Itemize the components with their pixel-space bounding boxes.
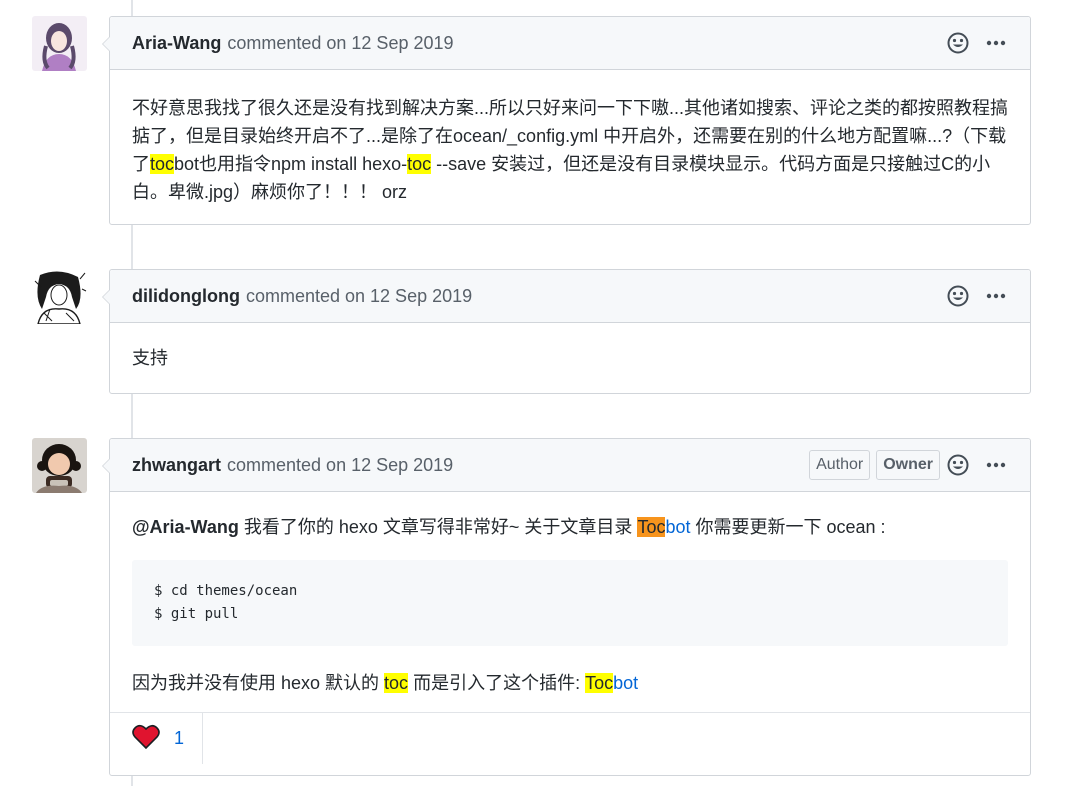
tocbot-link[interactable]: bot [665,517,690,537]
comment-text: 支持 [132,348,168,368]
comment-dilidonglong: dilidonglong commented on 12 Sep 2019 支持 [32,269,1031,394]
comment-body: @Aria-Wang 我看了你的 hexo 文章写得非常好~ 关于文章目录 To… [110,492,1030,712]
comment-text: 而是引入了这个插件: [408,673,586,693]
highlighted-text: toc [384,673,409,693]
tocbot-link-highlight[interactable]: Toc [637,517,666,537]
comment-aria-wang: Aria-Wang commented on 12 Sep 2019 不好意思我… [32,16,1031,225]
tocbot-link-highlight[interactable]: Toc [585,673,614,693]
reaction-count: 1 [174,728,185,748]
code-block: $ cd themes/ocean $ git pull [132,560,1008,646]
comment-box: zhwangart commented on 12 Sep 2019 Autho… [102,438,1031,776]
owner-badge: Owner [876,450,940,480]
comment-zhwangart: zhwangart commented on 12 Sep 2019 Autho… [32,438,1031,776]
highlighted-text: toc [407,154,432,174]
comment-box: dilidonglong commented on 12 Sep 2019 支持 [102,269,1031,394]
user-mention[interactable]: @Aria-Wang [132,517,239,537]
tocbot-link[interactable]: bot [613,673,638,693]
comment-paragraph: @Aria-Wang 我看了你的 hexo 文章写得非常好~ 关于文章目录 To… [132,512,1008,542]
comment-meta[interactable]: commented on 12 Sep 2019 [227,455,453,476]
more-options-icon[interactable] [984,31,1008,55]
avatar[interactable] [32,16,87,71]
add-reaction-icon[interactable] [946,284,970,308]
avatar[interactable] [32,269,87,324]
comment-author[interactable]: dilidonglong [132,286,240,307]
comment-meta[interactable]: commented on 12 Sep 2019 [246,286,472,307]
comment-text: bot也用指令npm install hexo- [174,154,408,174]
comment-body: 不好意思我找了很久还是没有找到解决方案...所以只好来问一下下嗷...其他诸如搜… [110,70,1030,226]
add-reaction-icon[interactable] [946,31,970,55]
comment-text: 我看了你的 hexo 文章写得非常好~ 关于文章目录 [238,517,638,537]
comment-body: 支持 [110,323,1030,393]
author-badge: Author [809,450,871,480]
add-reaction-icon[interactable] [946,453,970,477]
comment-text: 因为我并没有使用 hexo 默认的 [132,673,385,693]
comment-box: Aria-Wang commented on 12 Sep 2019 不好意思我… [102,16,1031,226]
comment-header: dilidonglong commented on 12 Sep 2019 [110,270,1030,323]
more-options-icon[interactable] [984,453,1008,477]
code-line: $ git pull [154,606,239,622]
heart-reaction[interactable]: 1 [110,713,204,764]
reactions-bar: 1 [110,712,1030,764]
avatar[interactable] [32,438,87,493]
comment-header: zhwangart commented on 12 Sep 2019 Autho… [110,439,1030,492]
comment-header: Aria-Wang commented on 12 Sep 2019 [110,17,1030,70]
comment-author[interactable]: Aria-Wang [132,33,221,54]
code-line: $ cd themes/ocean [154,583,298,599]
highlighted-text: toc [150,154,175,174]
comment-text: 你需要更新一下 ocean : [690,517,886,537]
comment-author[interactable]: zhwangart [132,455,221,476]
heart-icon [132,724,160,754]
more-options-icon[interactable] [984,284,1008,308]
comment-meta[interactable]: commented on 12 Sep 2019 [227,33,453,54]
comment-paragraph: 因为我并没有使用 hexo 默认的 toc 而是引入了这个插件: Tocbot [132,668,1008,698]
